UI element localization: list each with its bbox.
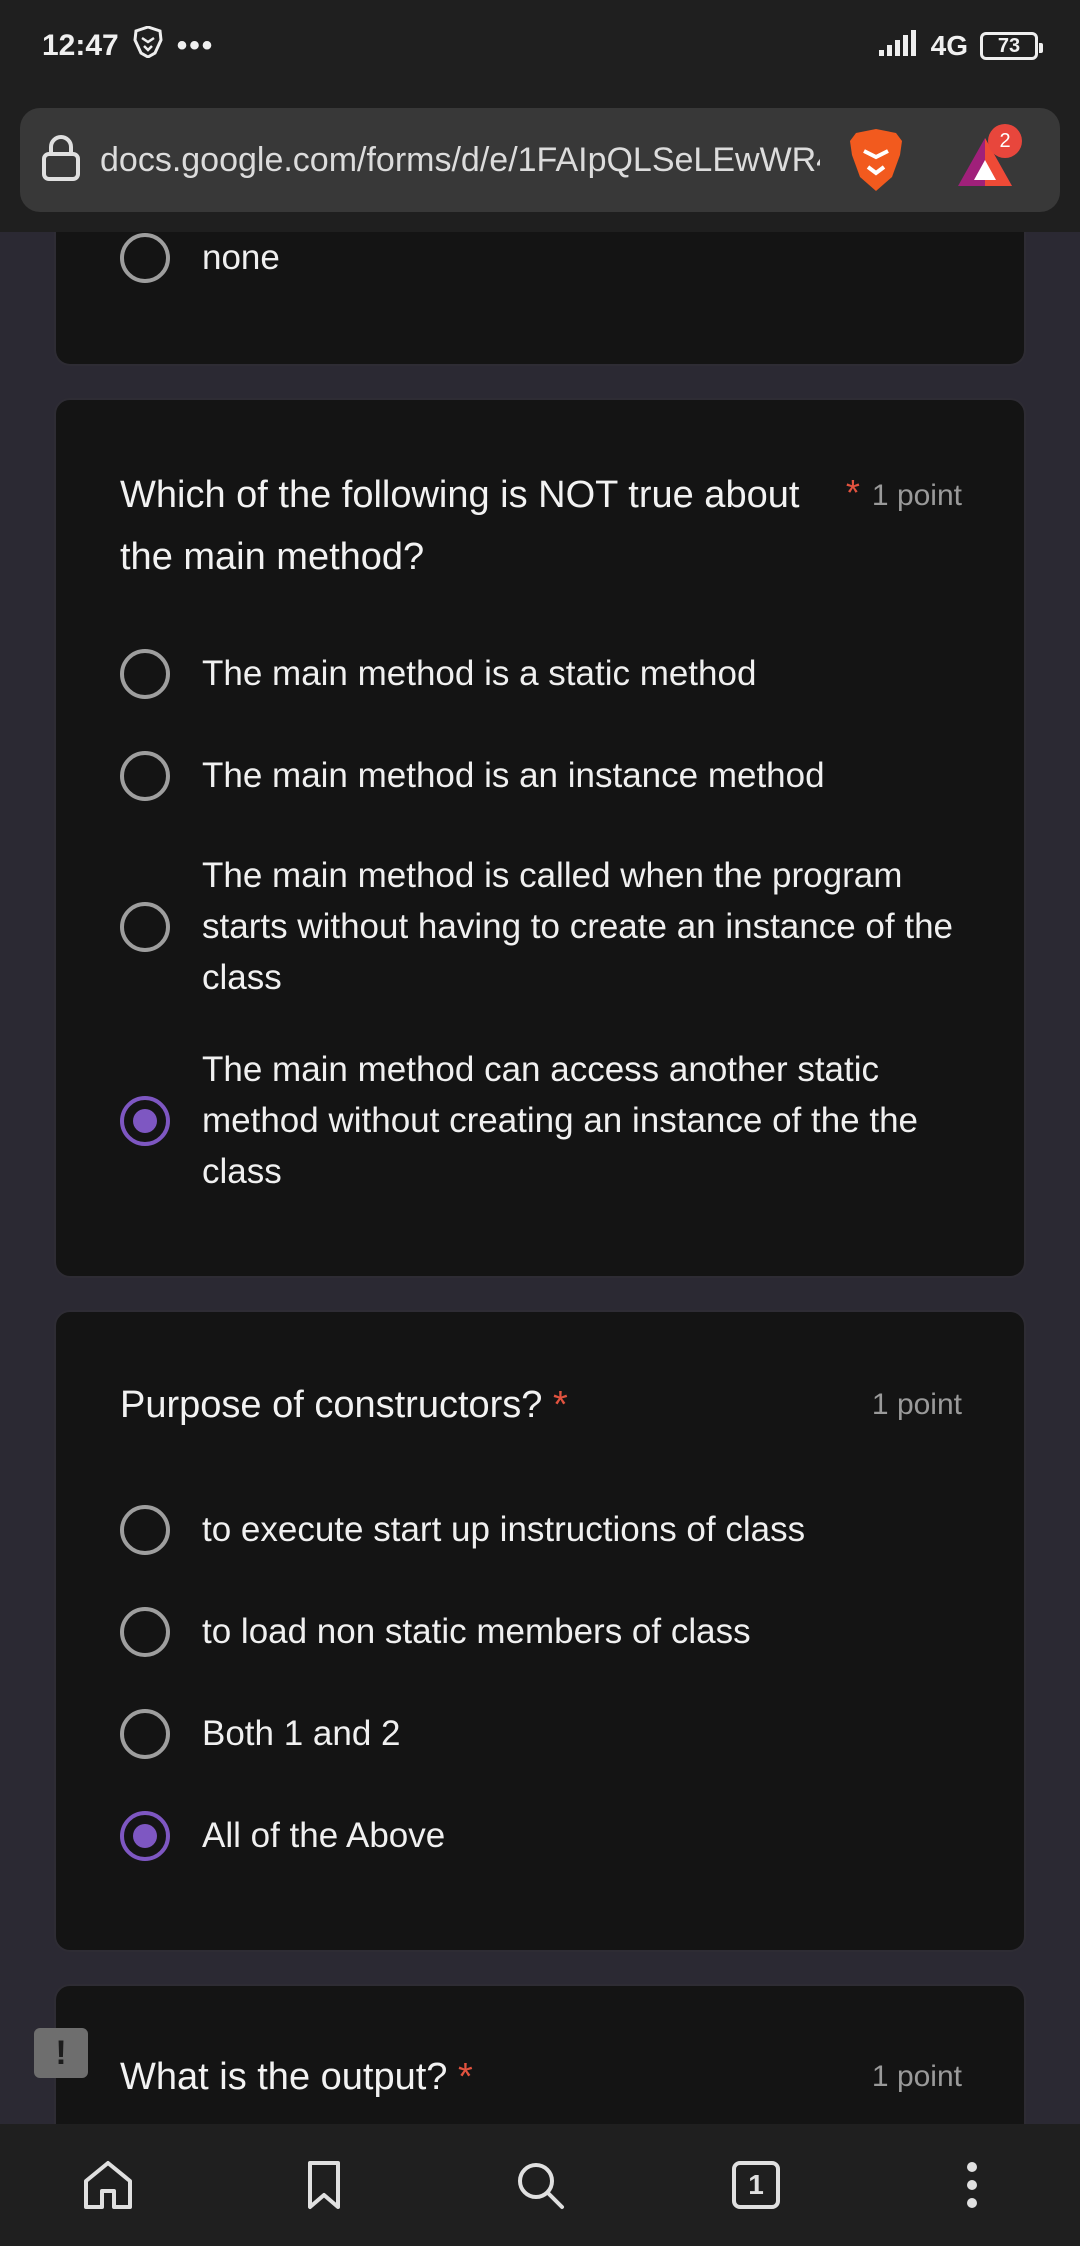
points-value: 1 point (871, 479, 962, 512)
radio-button-selected[interactable] (120, 1095, 170, 1146)
menu-button[interactable] (932, 2145, 1012, 2225)
radio-button[interactable] (120, 232, 170, 283)
question-title: Which of the following is NOT true about… (120, 464, 820, 588)
option-4[interactable]: The main method can access another stati… (120, 1044, 962, 1197)
radio-button[interactable] (120, 1606, 170, 1657)
question-card-main-method: Which of the following is NOT true about… (54, 398, 1026, 1278)
option-label: The main method is an instance method (202, 756, 825, 795)
question-text: Purpose of constructors? (120, 1384, 543, 1426)
battery-level: 73 (997, 34, 1021, 57)
home-icon (84, 2161, 132, 2209)
brave-status-icon (133, 25, 163, 66)
option-1[interactable]: The main method is a static method (120, 648, 962, 699)
radio-button[interactable] (120, 648, 170, 699)
required-asterisk: * (845, 472, 860, 513)
radio-button[interactable] (120, 901, 170, 952)
radio-button-selected[interactable] (120, 1810, 170, 1861)
tab-count-icon: 1 (732, 2161, 780, 2209)
option-label: The main method is called when the progr… (202, 856, 953, 997)
status-time: 12:47 (42, 29, 119, 62)
url-text[interactable]: docs.google.com/forms/d/e/1FAIpQLSeLEwWR… (100, 141, 820, 180)
bookmark-icon (308, 2161, 340, 2209)
option-label: to load non static members of class (202, 1612, 751, 1651)
address-bar[interactable]: docs.google.com/forms/d/e/1FAIpQLSeLEwWR… (20, 108, 1060, 212)
more-vertical-icon (967, 2162, 977, 2208)
tabs-button[interactable]: 1 (716, 2145, 796, 2225)
option-label: All of the Above (202, 1816, 446, 1855)
network-type: 4G (930, 30, 968, 61)
required-asterisk: * (457, 2056, 473, 2098)
search-icon (518, 2163, 564, 2209)
search-button[interactable] (500, 2145, 580, 2225)
question-card-constructors: Purpose of constructors? * 1 point to ex… (54, 1310, 1026, 1952)
option-3[interactable]: Both 1 and 2 (120, 1708, 962, 1759)
question-title: Purpose of constructors? * (120, 1374, 568, 1436)
radio-button[interactable] (120, 750, 170, 801)
option-4[interactable]: All of the Above (120, 1810, 962, 1861)
required-asterisk: * (553, 1384, 568, 1426)
home-button[interactable] (68, 2145, 148, 2225)
option-2[interactable]: The main method is an instance method (120, 750, 962, 801)
option-label: The main method is a static method (202, 654, 757, 693)
option-label: none (202, 238, 280, 277)
points-label: 1 point (871, 1388, 962, 1421)
browser-toolbar: docs.google.com/forms/d/e/1FAIpQLSeLEwWR… (0, 92, 1080, 232)
option-label: The main method can access another stati… (202, 1050, 919, 1191)
signal-icon (878, 28, 919, 65)
brave-shields-icon[interactable] (846, 127, 906, 193)
bottom-navigation: 1 (0, 2124, 1080, 2246)
status-bar: 12:47 ••• 4G 73 (0, 0, 1080, 92)
question-text: Which of the following is NOT true about… (120, 474, 800, 578)
option-3[interactable]: The main method is called when the progr… (120, 850, 962, 1003)
question-text: What is the output? (120, 2056, 448, 2098)
radio-button[interactable] (120, 1504, 170, 1555)
notification-badge: 2 (988, 124, 1022, 158)
points-label: * 1 point (846, 472, 962, 514)
option-2[interactable]: to load non static members of class (120, 1606, 962, 1657)
question-card-previous: none (54, 232, 1026, 366)
option-none[interactable]: none (120, 232, 962, 283)
question-title: What is the output? * (120, 2046, 473, 2108)
report-feedback-icon[interactable]: ! (34, 2028, 88, 2078)
option-1[interactable]: to execute start up instructions of clas… (120, 1504, 962, 1555)
bookmarks-button[interactable] (284, 2145, 364, 2225)
lock-icon[interactable] (40, 134, 82, 187)
brave-rewards-button[interactable]: 2 (950, 124, 1022, 196)
points-label: 1 point (871, 2060, 962, 2093)
battery-icon: 73 (980, 32, 1043, 60)
option-label: to execute start up instructions of clas… (202, 1510, 806, 1549)
radio-button[interactable] (120, 1708, 170, 1759)
more-notifications-icon: ••• (176, 29, 215, 62)
option-label: Both 1 and 2 (202, 1714, 401, 1753)
